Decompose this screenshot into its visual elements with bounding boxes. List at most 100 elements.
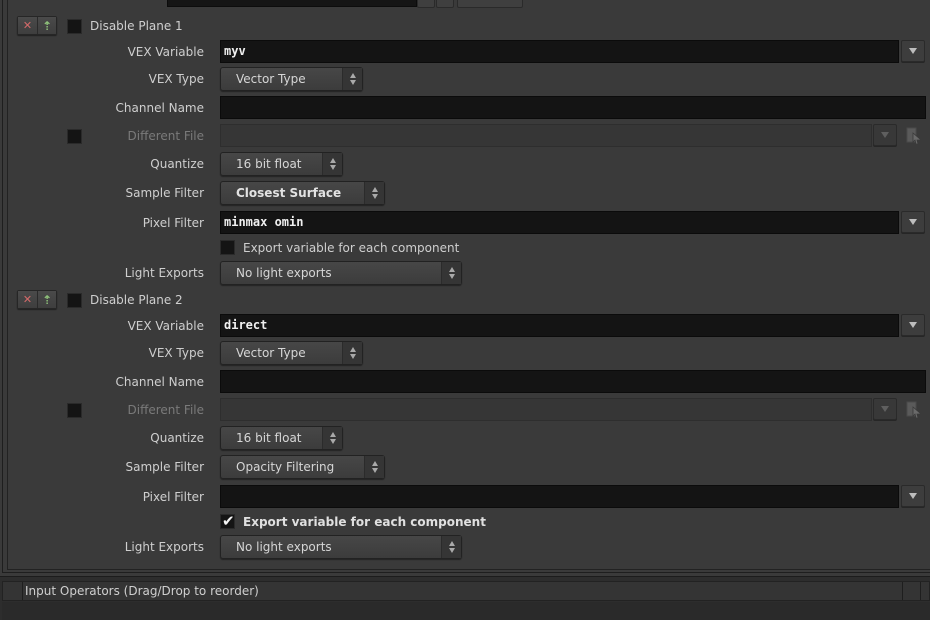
light-exports-label: Light Exports [124, 266, 204, 280]
different-file-checkbox[interactable] [67, 403, 82, 418]
up-down-arrows-icon [441, 536, 461, 558]
checkmark-icon: ✔ [222, 512, 235, 530]
plane-1-different-file-row: Different File [0, 124, 930, 148]
different-file-label: Different File [127, 129, 204, 143]
up-down-arrows-icon [322, 427, 342, 449]
up-down-arrows-icon [441, 262, 461, 284]
vex-type-value: Vector Type [236, 346, 306, 360]
input-operators-title: Input Operators (Drag/Drop to reorder) [25, 584, 259, 598]
sample-filter-menu[interactable]: Opacity Filtering [220, 455, 385, 479]
parameter-panel: ✕ ⇡ Disable Plane 1 VEX Variable myv VEX… [0, 0, 930, 576]
input-operators-list[interactable] [2, 602, 930, 620]
plane-1-header: ✕ ⇡ Disable Plane 1 [0, 14, 930, 38]
vex-variable-label: VEX Variable [127, 319, 204, 333]
previous-action-button[interactable] [457, 0, 523, 8]
pixel-filter-input[interactable] [220, 485, 899, 508]
quantize-label: Quantize [150, 157, 204, 171]
insert-icon: ⇡ [41, 292, 53, 307]
vex-variable-input[interactable]: myv [220, 40, 899, 63]
file-chooser-icon[interactable] [905, 127, 923, 145]
light-exports-value: No light exports [236, 266, 332, 280]
previous-field[interactable] [167, 0, 417, 7]
insert-plane-2-button[interactable]: ⇡ [36, 291, 56, 308]
export-component-checkbox[interactable]: ✔ [220, 512, 235, 530]
chevron-down-icon [881, 406, 889, 412]
sample-filter-menu[interactable]: Closest Surface [220, 181, 385, 205]
up-down-arrows-icon [322, 153, 342, 175]
plane-2-different-file-row: Different File [0, 398, 930, 422]
plane-2-pixel-filter-row: Pixel Filter [0, 485, 930, 509]
plane-2-light-exports-row: Light Exports No light exports [0, 535, 930, 559]
sample-filter-label: Sample Filter [125, 186, 204, 200]
different-file-checkbox[interactable] [67, 129, 82, 144]
previous-field-button-2[interactable] [436, 0, 454, 8]
vex-variable-dropdown-button[interactable] [901, 40, 925, 62]
remove-icon: ✕ [22, 19, 33, 32]
light-exports-value: No light exports [236, 540, 332, 554]
quantize-menu[interactable]: 16 bit float [220, 426, 343, 450]
different-file-dropdown-button[interactable] [873, 398, 897, 420]
input-operators-panel: Input Operators (Drag/Drop to reorder) [0, 576, 930, 620]
channel-name-label: Channel Name [115, 375, 204, 389]
quantize-menu[interactable]: 16 bit float [220, 152, 343, 176]
header-right-cell [902, 582, 921, 600]
quantize-value: 16 bit float [236, 157, 302, 171]
pixel-filter-input[interactable]: minmax omin [220, 211, 899, 234]
header-left-cell [3, 582, 23, 600]
pixel-filter-dropdown-button[interactable] [901, 211, 925, 233]
vex-type-menu[interactable]: Vector Type [220, 67, 363, 91]
different-file-input[interactable] [220, 124, 872, 147]
disable-plane-2-label: Disable Plane 2 [90, 293, 183, 307]
vex-variable-dropdown-button[interactable] [901, 314, 925, 336]
plane-2-vex-type-row: VEX Type Vector Type [0, 341, 930, 365]
plane-2-quantize-row: Quantize 16 bit float [0, 426, 930, 450]
light-exports-menu[interactable]: No light exports [220, 535, 462, 559]
light-exports-menu[interactable]: No light exports [220, 261, 462, 285]
file-chooser-icon[interactable] [905, 401, 923, 419]
channel-name-input[interactable] [220, 96, 926, 119]
disable-plane-1-checkbox[interactable] [67, 19, 82, 34]
plane-1-export-component-row: Export variable for each component [0, 238, 930, 262]
disable-plane-1-label: Disable Plane 1 [90, 19, 183, 33]
vex-type-label: VEX Type [148, 346, 204, 360]
different-file-dropdown-button[interactable] [873, 124, 897, 146]
channel-name-label: Channel Name [115, 101, 204, 115]
remove-plane-2-button[interactable]: ✕ [18, 291, 37, 308]
disable-plane-2-checkbox[interactable] [67, 293, 82, 308]
up-down-arrows-icon [342, 342, 362, 364]
chevron-down-icon [909, 493, 917, 499]
insert-icon: ⇡ [41, 18, 53, 33]
plane-1-controls: ✕ ⇡ [17, 16, 57, 35]
export-component-label: Export variable for each component [243, 241, 460, 255]
chevron-down-icon [909, 322, 917, 328]
vex-variable-input[interactable]: direct [220, 314, 899, 337]
input-operators-header: Input Operators (Drag/Drop to reorder) [2, 581, 930, 601]
up-down-arrows-icon [342, 68, 362, 90]
plane-2-sample-filter-row: Sample Filter Opacity Filtering [0, 455, 930, 479]
plane-1-channel-name-row: Channel Name [0, 96, 930, 120]
remove-plane-1-button[interactable]: ✕ [18, 17, 37, 34]
previous-field-button[interactable] [417, 0, 435, 8]
vex-type-menu[interactable]: Vector Type [220, 341, 363, 365]
quantize-value: 16 bit float [236, 431, 302, 445]
remove-icon: ✕ [22, 293, 33, 306]
sample-filter-label: Sample Filter [125, 460, 204, 474]
sample-filter-value: Closest Surface [236, 186, 342, 200]
plane-2-header: ✕ ⇡ Disable Plane 2 [0, 288, 930, 312]
plane-1-light-exports-row: Light Exports No light exports [0, 261, 930, 285]
different-file-input[interactable] [220, 398, 872, 421]
plane-1-pixel-filter-row: Pixel Filter minmax omin [0, 211, 930, 235]
pixel-filter-dropdown-button[interactable] [901, 485, 925, 507]
chevron-down-icon [909, 219, 917, 225]
up-down-arrows-icon [364, 456, 384, 478]
export-component-label: Export variable for each component [243, 515, 486, 529]
light-exports-label: Light Exports [124, 540, 204, 554]
different-file-label: Different File [127, 403, 204, 417]
chevron-down-icon [909, 48, 917, 54]
insert-plane-1-button[interactable]: ⇡ [36, 17, 56, 34]
plane-2-channel-name-row: Channel Name [0, 370, 930, 394]
export-component-checkbox[interactable] [220, 240, 235, 255]
channel-name-input[interactable] [220, 370, 926, 393]
plane-2-controls: ✕ ⇡ [17, 290, 57, 309]
chevron-down-icon [881, 132, 889, 138]
